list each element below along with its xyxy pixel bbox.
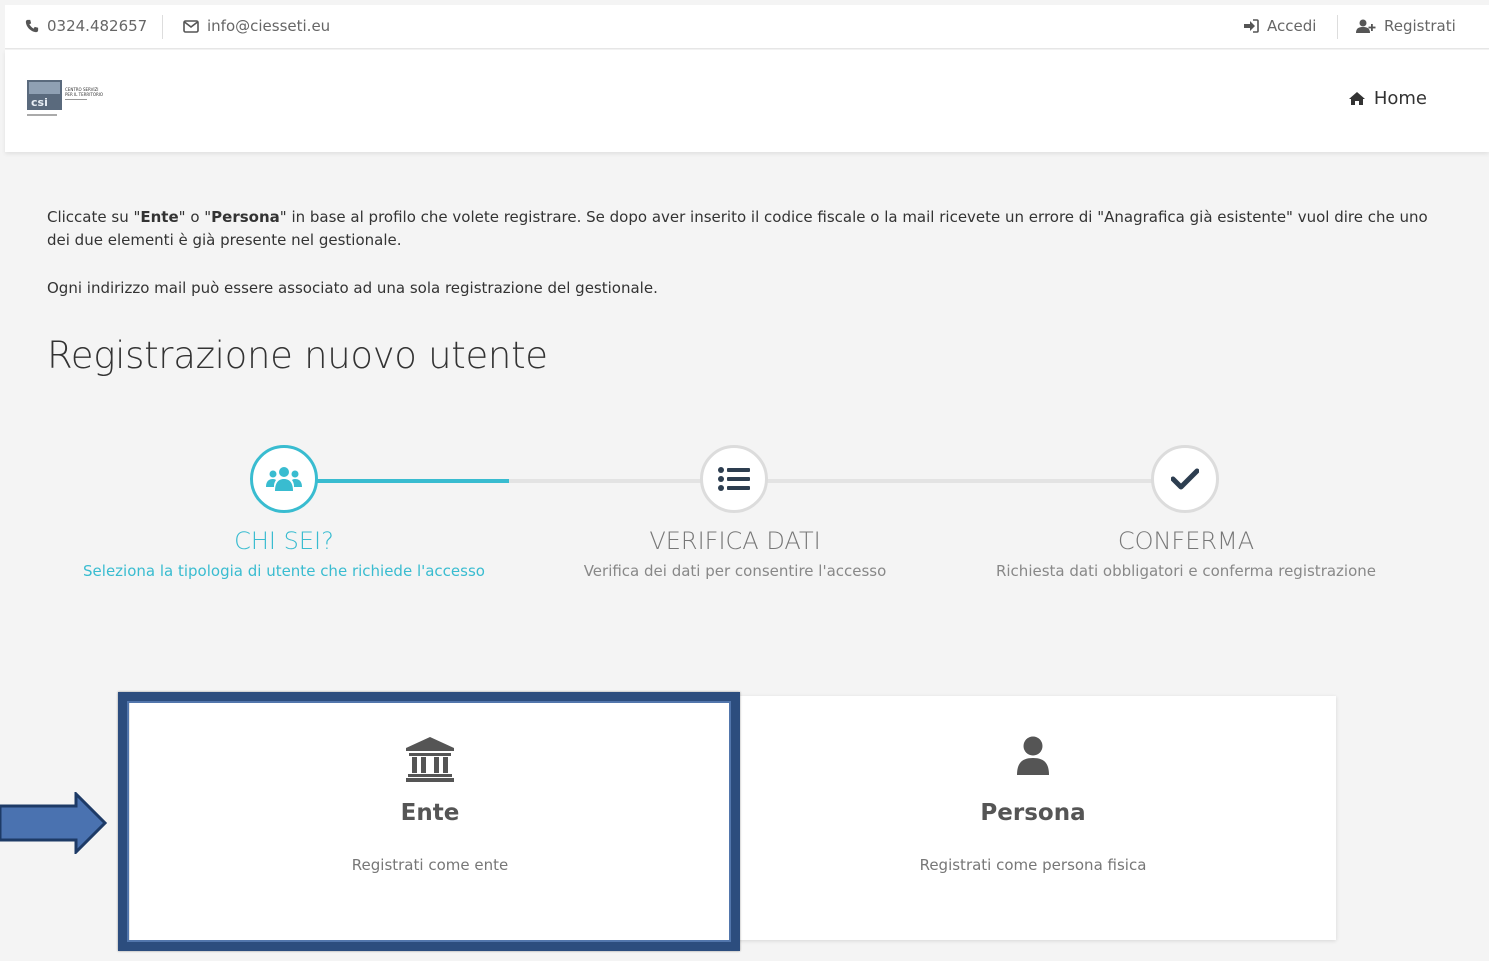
envelope-icon: [183, 19, 199, 33]
intro-paragraph-1: Cliccate su "Ente" o "Persona" in base a…: [47, 208, 1428, 249]
highlight-frame: [118, 692, 740, 951]
phone-number: 0324.482657: [47, 17, 148, 35]
step-3-desc: Richiesta dati obbligatori e conferma re…: [995, 562, 1377, 580]
users-icon: [266, 467, 302, 491]
home-link[interactable]: Home: [1348, 88, 1427, 109]
site-logo[interactable]: csi CENTRO SERVIZI PER IL TERRITORIO: [27, 80, 107, 120]
intro-text: Cliccate su "Ente" o "Persona" in base a…: [47, 206, 1447, 325]
home-label: Home: [1373, 88, 1427, 109]
check-icon: [1171, 468, 1199, 490]
divider: [1337, 15, 1338, 39]
divider: [162, 15, 163, 39]
step-1-desc: Seleziona la tipologia di utente che ric…: [83, 562, 485, 580]
step-3-title: CONFERMA: [1117, 527, 1255, 555]
email-address: info@ciesseti.eu: [207, 17, 331, 35]
phone-contact[interactable]: 0324.482657: [25, 17, 147, 35]
step-2-desc: Verifica dei dati per consentire l'acces…: [583, 562, 887, 580]
persona-card[interactable]: Persona Registrati come persona fisica: [733, 696, 1333, 940]
persona-card-subtitle: Registrati come persona fisica: [919, 856, 1147, 874]
step-1-title: CHI SEI?: [234, 527, 334, 555]
list-icon: [718, 467, 750, 491]
register-label: Registrati: [1384, 17, 1456, 35]
site-header: csi CENTRO SERVIZI PER IL TERRITORIO Hom…: [5, 50, 1489, 152]
sign-in-icon: [1244, 19, 1259, 33]
step-1-circle: [250, 445, 318, 513]
step-2-title: VERIFICA DATI: [649, 527, 821, 555]
pointer-arrow-icon: [0, 792, 108, 854]
phone-icon: [25, 19, 39, 33]
login-link[interactable]: Accedi: [1243, 17, 1316, 35]
progress-line-active: [285, 479, 509, 483]
home-icon: [1348, 92, 1365, 105]
top-bar: 0324.482657 info@ciesseti.eu Accedi Regi…: [5, 5, 1489, 49]
email-contact[interactable]: info@ciesseti.eu: [183, 17, 330, 35]
user-icon: [1017, 736, 1049, 775]
logo-line-2: PER IL TERRITORIO: [65, 92, 103, 97]
user-plus-icon: [1356, 19, 1376, 33]
page-title: Registrazione nuovo utente: [47, 334, 548, 377]
progress-line: [509, 479, 1185, 483]
persona-card-title: Persona: [980, 800, 1086, 826]
intro-paragraph-2: Ogni indirizzo mail può essere associato…: [47, 279, 658, 297]
login-label: Accedi: [1267, 17, 1317, 35]
register-link[interactable]: Registrati: [1356, 17, 1456, 35]
step-3-circle: [1151, 445, 1219, 513]
step-2-circle: [700, 445, 768, 513]
svg-text:csi: csi: [31, 96, 48, 109]
